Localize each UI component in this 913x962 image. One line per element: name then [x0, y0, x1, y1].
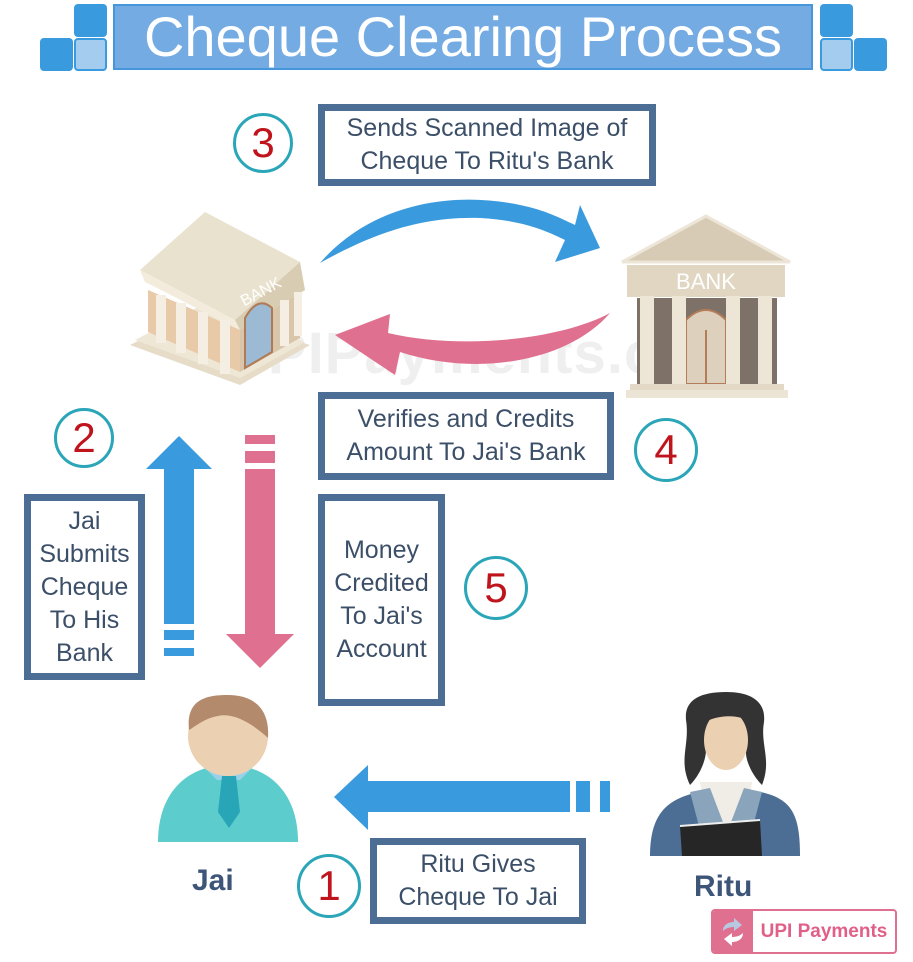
up-arrow-submit	[146, 436, 212, 656]
step-3-label: Sends Scanned Image of Cheque To Ritu's …	[318, 104, 656, 186]
step-3-number: 3	[251, 119, 275, 166]
svg-text:BANK: BANK	[676, 269, 736, 294]
jai-name: Jai	[192, 864, 234, 897]
step-4-line: Amount To Jai's Bank	[346, 438, 586, 466]
logo-text: UPI Payments	[760, 920, 888, 942]
step-4-number: 4	[654, 426, 678, 473]
step-1-label: Ritu Gives Cheque To Jai	[370, 838, 586, 924]
step-2-badge: 2	[54, 408, 114, 468]
step-3-line: Sends Scanned Image of	[346, 114, 628, 142]
step-2-number: 2	[72, 414, 96, 461]
step-5-line: Money	[343, 536, 420, 564]
ritu-bank-illustration: BANK	[621, 214, 791, 398]
step-4-line: Verifies and Credits	[357, 405, 575, 433]
step-5-label: Money Credited To Jai's Account	[318, 494, 445, 706]
step-5-line: To Jai's	[340, 602, 423, 630]
step-1-line: Cheque To Jai	[398, 883, 558, 911]
step-5-badge: 5	[464, 556, 528, 620]
step-2-line: Submits	[39, 539, 130, 568]
step-5-number: 5	[484, 564, 508, 611]
step-1-line: Ritu Gives	[420, 850, 536, 878]
step-1-badge: 1	[297, 854, 361, 918]
step-2-line: Cheque	[40, 572, 129, 601]
exchange-arrows-icon	[713, 911, 753, 952]
jai-bank-illustration: BANK	[130, 212, 310, 385]
step-3-line: Cheque To Ritu's Bank	[360, 147, 614, 175]
step-3-badge: 3	[233, 113, 293, 173]
step-2-line: Jai	[68, 506, 101, 535]
left-arrow-give-cheque	[334, 765, 610, 830]
step-4-label: Verifies and Credits Amount To Jai's Ban…	[318, 392, 614, 480]
step-5-line: Account	[336, 635, 427, 663]
ritu-avatar	[650, 692, 800, 856]
step-1-number: 1	[317, 862, 341, 909]
jai-avatar	[158, 695, 298, 842]
step-2-line: Bank	[56, 638, 113, 667]
curved-arrow-to-ritu-bank	[320, 199, 600, 263]
step-5-line: Credited	[334, 569, 429, 597]
ritu-name: Ritu	[694, 870, 753, 903]
down-arrow-credit	[226, 435, 294, 668]
step-2-label: Jai Submits Cheque To His Bank	[24, 494, 145, 680]
step-4-badge: 4	[634, 418, 698, 482]
upi-payments-logo: UPI Payments	[711, 909, 897, 954]
curved-arrow-to-jai-bank	[335, 313, 610, 375]
step-2-line: To His	[49, 605, 120, 634]
